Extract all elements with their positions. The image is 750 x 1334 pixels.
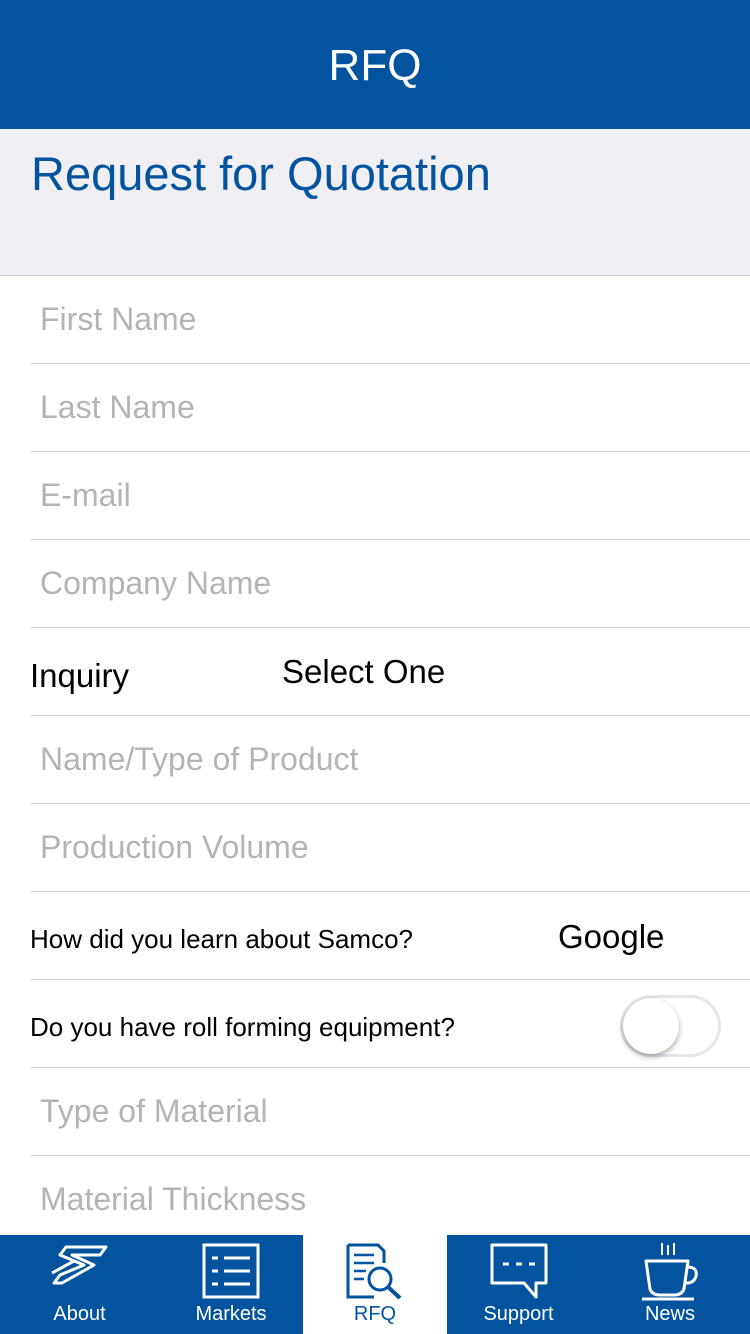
tab-bar: About Markets RFQ Support News: [0, 1235, 750, 1334]
tab-about-label: About: [53, 1303, 106, 1325]
learn-about-picker[interactable]: Google: [558, 917, 664, 957]
document-search-icon: [344, 1243, 406, 1306]
tab-news[interactable]: News: [590, 1235, 750, 1334]
tab-support-label: Support: [483, 1303, 554, 1325]
tab-rfq-label: RFQ: [353, 1303, 397, 1325]
tab-rfq[interactable]: RFQ: [303, 1235, 447, 1334]
inquiry-label: Inquiry: [30, 657, 130, 694]
last-name-input[interactable]: [40, 364, 740, 451]
learn-about-label: How did you learn about Samco?: [30, 924, 414, 954]
product-row: [30, 716, 750, 804]
email-input[interactable]: [40, 452, 740, 539]
navbar-title: RFQ: [328, 41, 422, 90]
equipment-label: Do you have roll forming equipment?: [30, 1012, 455, 1042]
toggle-knob: [623, 998, 679, 1054]
tab-support[interactable]: Support: [447, 1235, 590, 1334]
first-name-input[interactable]: [40, 276, 740, 363]
tab-about[interactable]: About: [0, 1235, 159, 1334]
last-name-row: [30, 364, 750, 452]
production-volume-input[interactable]: [40, 804, 740, 891]
tab-markets-label: Markets: [195, 1303, 267, 1325]
rfq-form: Inquiry Select One How did you learn abo…: [0, 276, 750, 1244]
material-row: [30, 1068, 750, 1156]
material-thickness-input[interactable]: [40, 1156, 740, 1243]
coffee-cup-icon: [640, 1241, 700, 1306]
navigation-bar: RFQ: [0, 0, 750, 129]
equipment-row: Do you have roll forming equipment?: [30, 980, 750, 1068]
volume-row: [30, 804, 750, 892]
chat-bubble-icon: [490, 1243, 548, 1304]
samco-logo-icon: [50, 1243, 110, 1292]
first-name-row: [30, 276, 750, 364]
material-type-input[interactable]: [40, 1068, 740, 1155]
company-name-input[interactable]: [40, 540, 740, 627]
equipment-toggle[interactable]: [620, 995, 721, 1057]
product-type-input[interactable]: [40, 716, 740, 803]
tab-news-label: News: [644, 1303, 695, 1325]
thickness-row: [30, 1156, 750, 1244]
page-title: Request for Quotation: [31, 147, 491, 200]
email-row: [30, 452, 750, 540]
list-icon: [202, 1243, 260, 1306]
company-row: [30, 540, 750, 628]
learn-about-row: How did you learn about Samco? Google: [30, 892, 750, 980]
inquiry-picker[interactable]: Select One: [282, 652, 445, 692]
tab-markets[interactable]: Markets: [159, 1235, 303, 1334]
inquiry-row: Inquiry Select One: [30, 628, 750, 716]
